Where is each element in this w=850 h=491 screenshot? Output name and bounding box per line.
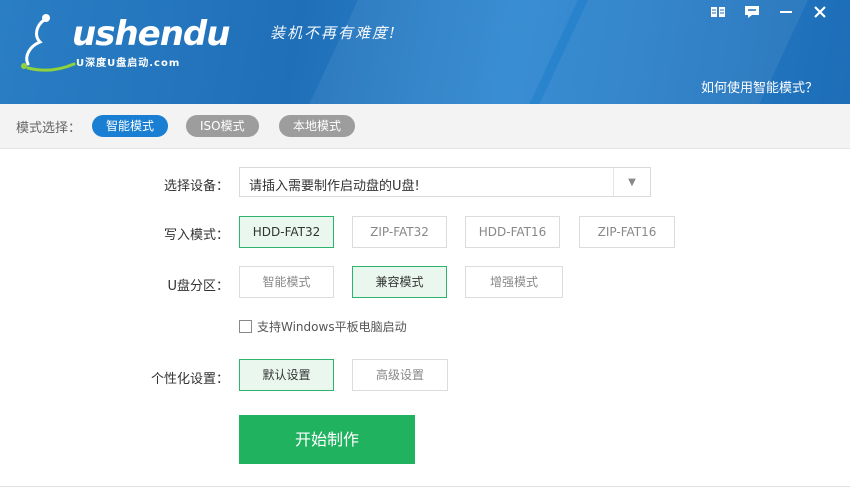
partition-enhanced[interactable]: 增强模式 — [465, 266, 563, 298]
personalize-advanced[interactable]: 高级设置 — [352, 359, 448, 391]
help-link[interactable]: 如何使用智能模式？ — [701, 77, 818, 96]
mode-iso-tab[interactable]: ISO模式 — [186, 115, 259, 137]
book-icon[interactable] — [710, 4, 726, 20]
tablet-boot-checkbox-row[interactable]: 支持Windows平板电脑启动 — [239, 318, 407, 335]
partition-compatible[interactable]: 兼容模式 — [352, 266, 447, 298]
device-select-value: 请插入需要制作启动盘的U盘! — [249, 179, 420, 194]
partition-label: U盘分区： — [167, 279, 229, 294]
slogan: 装机不再有难度! — [270, 24, 398, 42]
write-mode-hdd-fat16[interactable]: HDD-FAT16 — [465, 216, 560, 248]
device-label: 选择设备： — [163, 179, 229, 194]
window-controls — [710, 4, 828, 20]
tablet-boot-label: 支持Windows平板电脑启动 — [257, 320, 407, 334]
brand-subtitle: U深度U盘启动.com — [76, 58, 181, 69]
minimize-icon[interactable] — [778, 4, 794, 20]
personalize-default[interactable]: 默认设置 — [239, 359, 334, 391]
write-mode-label: 写入模式： — [163, 228, 229, 243]
mode-bar: 模式选择： 智能模式 ISO模式 本地模式 — [0, 104, 850, 149]
tablet-boot-checkbox[interactable] — [239, 320, 252, 333]
write-mode-zip-fat16[interactable]: ZIP-FAT16 — [579, 216, 675, 248]
brand-name: ushendu — [72, 14, 230, 54]
write-mode-hdd-fat32[interactable]: HDD-FAT32 — [239, 216, 334, 248]
mode-label: 模式选择： — [16, 121, 82, 136]
close-icon[interactable] — [812, 4, 828, 20]
feedback-icon[interactable] — [744, 4, 760, 20]
start-button[interactable]: 开始制作 — [239, 415, 415, 464]
partition-smart[interactable]: 智能模式 — [239, 266, 334, 298]
device-select[interactable]: 请插入需要制作启动盘的U盘! ▼ — [239, 167, 651, 197]
mode-local-tab[interactable]: 本地模式 — [279, 115, 356, 137]
write-mode-zip-fat32[interactable]: ZIP-FAT32 — [352, 216, 447, 248]
personalize-label: 个性化设置： — [150, 372, 229, 387]
chevron-down-icon[interactable]: ▼ — [613, 168, 650, 196]
mode-smart-tab[interactable]: 智能模式 — [92, 115, 169, 137]
divider — [0, 486, 850, 487]
app-header: ushendu U深度U盘启动.com 装机不再有难度! 如何使用智能模式？ — [0, 0, 850, 104]
